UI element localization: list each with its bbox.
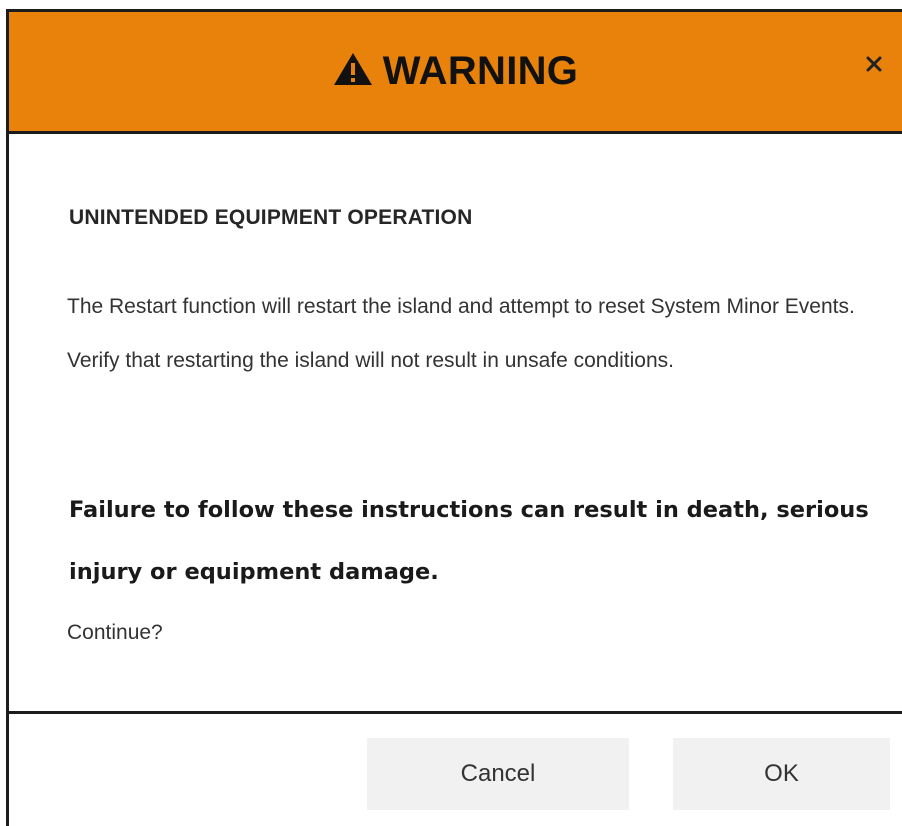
- cancel-button[interactable]: Cancel: [367, 738, 629, 810]
- continue-question: Continue?: [67, 621, 163, 644]
- dialog-header: WARNING: [9, 12, 902, 134]
- ok-button[interactable]: OK: [673, 738, 890, 810]
- warning-triangle-icon: [333, 50, 373, 96]
- warning-dialog: WARNING UNINTENDED EQUIPMENT OPERATION T…: [6, 9, 902, 826]
- warning-consequence: Failure to follow these instructions can…: [69, 497, 869, 585]
- close-icon: [866, 56, 882, 72]
- close-button[interactable]: [860, 50, 888, 78]
- dialog-title-text: WARNING: [382, 49, 579, 93]
- warning-heading: UNINTENDED EQUIPMENT OPERATION: [69, 206, 473, 229]
- footer-divider: [9, 711, 902, 714]
- dialog-title: WARNING: [9, 48, 902, 96]
- warning-description: The Restart function will restart the is…: [67, 295, 855, 372]
- dialog-body: UNINTENDED EQUIPMENT OPERATION The Resta…: [9, 134, 902, 711]
